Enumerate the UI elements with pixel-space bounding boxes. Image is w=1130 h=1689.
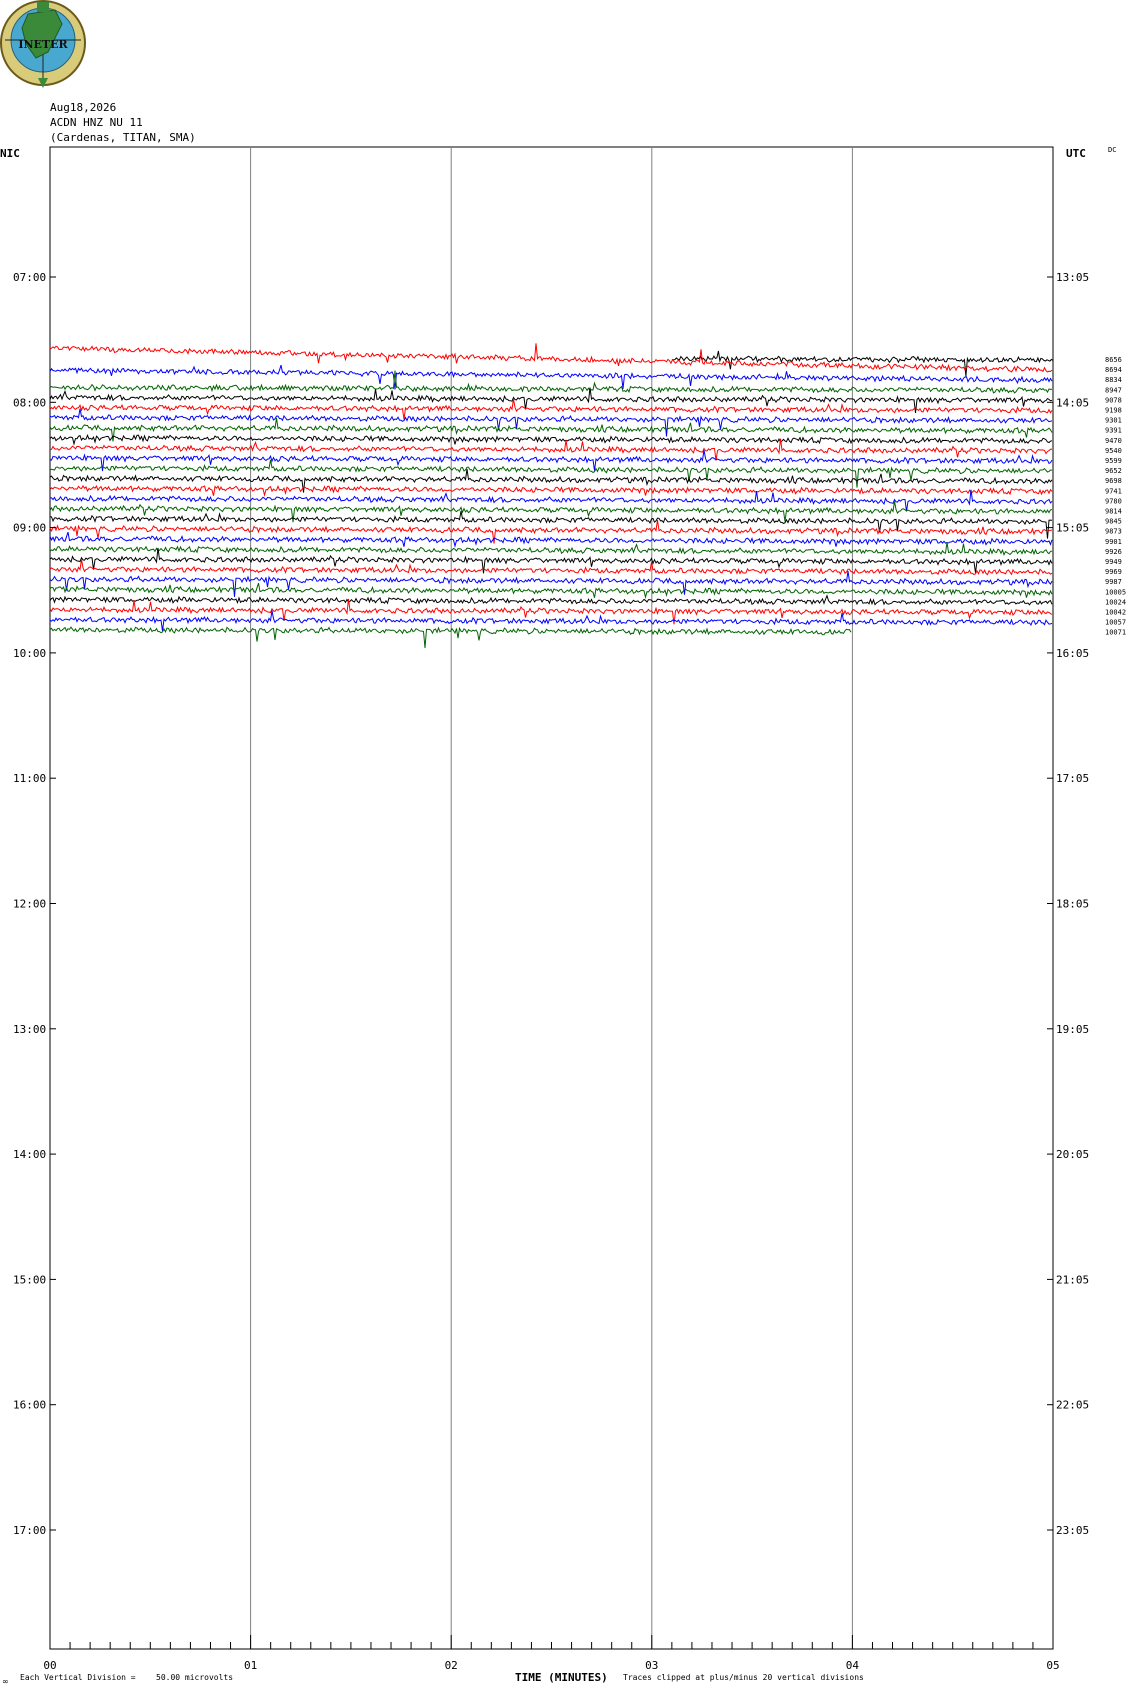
dc-offset-label: 9470 — [1105, 437, 1122, 445]
x-tick-label: 05 — [1046, 1659, 1059, 1672]
dc-offset-label: 8694 — [1105, 366, 1122, 374]
trace-line — [49, 582, 1053, 600]
trace-line — [49, 626, 852, 648]
right-time-label: 20:05 — [1056, 1148, 1089, 1161]
left-time-label: 09:00 — [13, 522, 46, 535]
trace-line — [49, 459, 1053, 488]
left-time-label: 12:00 — [13, 898, 46, 911]
trace-line — [49, 343, 1053, 373]
right-time-label: 13:05 — [1056, 271, 1089, 284]
dc-offset-label: 9901 — [1105, 538, 1122, 546]
trace-line — [49, 370, 1053, 394]
date-label: Aug18,2026 — [50, 101, 116, 114]
dc-offset-label: 8834 — [1105, 376, 1122, 384]
dc-label: DC — [1108, 146, 1116, 154]
trace-line — [49, 387, 1053, 414]
left-time-label: 14:00 — [13, 1148, 46, 1161]
dc-offset-label: 9814 — [1105, 508, 1122, 516]
dc-offset-label: 9780 — [1105, 497, 1122, 505]
dc-offset-label: 9949 — [1105, 558, 1122, 566]
trace-line — [49, 450, 1053, 472]
location-label: (Cardenas, TITAN, SMA) — [50, 131, 196, 144]
scale-note-value: 50.00 microvolts — [156, 1673, 233, 1682]
dc-offset-label: 10042 — [1105, 609, 1126, 617]
left-time-label: 13:00 — [13, 1023, 46, 1036]
left-time-label: 11:00 — [13, 772, 46, 785]
right-time-label: 14:05 — [1056, 396, 1089, 409]
x-tick-label: 00 — [43, 1659, 56, 1672]
x-tick-label: 02 — [445, 1659, 458, 1672]
right-time-label: 18:05 — [1056, 898, 1089, 911]
left-timezone-label: NIC — [0, 147, 20, 160]
dc-offset-label: 9969 — [1105, 568, 1122, 576]
left-time-label: 07:00 — [13, 271, 46, 284]
dc-offset-label: 10071 — [1105, 629, 1126, 637]
channel-label: ACDN HNZ NU 11 — [50, 116, 143, 129]
left-time-label: 17:00 — [13, 1524, 46, 1537]
ineter-logo: INETER — [0, 0, 86, 88]
trace-line — [49, 594, 1053, 606]
dc-offset-label: 9198 — [1105, 407, 1122, 415]
trace-line — [49, 559, 1053, 576]
trace-line — [49, 531, 1053, 548]
minute-gridlines — [250, 147, 853, 1649]
left-time-label: 16:00 — [13, 1399, 46, 1412]
x-axis-label: TIME (MINUTES) — [515, 1671, 608, 1684]
dc-offset-label: 9698 — [1105, 477, 1122, 485]
trace-line — [49, 489, 1053, 512]
dc-offset-label: 9391 — [1105, 427, 1122, 435]
trace-group: 8656 8694 8834 8947 9078 9198 9301 9391 9470 9540… — [49, 343, 1126, 648]
right-time-label: 22:05 — [1056, 1399, 1089, 1412]
trace-line — [49, 510, 1053, 539]
dc-offset-label: 9301 — [1105, 417, 1122, 425]
dc-offset-label: 10024 — [1105, 598, 1126, 606]
trace-line — [49, 484, 1053, 497]
trace-line — [49, 364, 1053, 390]
dc-offset-label: 9845 — [1105, 518, 1122, 526]
dc-offset-label: 9599 — [1105, 457, 1122, 465]
dc-offset-label: 8656 — [1105, 356, 1122, 364]
right-timezone-label: UTC — [1066, 147, 1086, 160]
dc-offset-label: 9652 — [1105, 467, 1122, 475]
trace-line — [49, 408, 1053, 437]
dc-offset-label: 10057 — [1105, 619, 1126, 627]
x-tick-label: 04 — [846, 1659, 860, 1672]
trace-line — [49, 542, 1053, 557]
corner-mark: ∞ — [2, 1677, 9, 1686]
right-time-label: 17:05 — [1056, 772, 1089, 785]
dc-offset-label: 8947 — [1105, 386, 1122, 394]
left-time-label: 15:00 — [13, 1273, 46, 1286]
dc-offset-label: 9873 — [1105, 528, 1122, 536]
dc-offset-label: 9741 — [1105, 487, 1122, 495]
scale-note-prefix: Each Vertical Division = — [20, 1673, 136, 1682]
dc-offset-label: 9987 — [1105, 578, 1122, 586]
right-time-label: 16:05 — [1056, 647, 1089, 660]
dc-offset-label: 9926 — [1105, 548, 1122, 556]
x-tick-label: 03 — [645, 1659, 658, 1672]
seismogram-plot: INETER 8656 8694 8834 8947 9078 9198 9301 9391 9… — [0, 0, 1126, 1686]
right-time-label: 21:05 — [1056, 1273, 1089, 1286]
plot-frame — [49, 146, 1054, 1650]
right-time-label: 19:05 — [1056, 1023, 1089, 1036]
left-time-label: 08:00 — [13, 396, 46, 409]
logo-text: INETER — [18, 38, 68, 51]
right-time-label: 15:05 — [1056, 522, 1089, 535]
dc-offset-label: 9078 — [1105, 396, 1122, 404]
x-tick-label: 01 — [244, 1659, 257, 1672]
clip-note: Traces clipped at plus/minus 20 vertical… — [623, 1673, 864, 1682]
left-time-label: 10:00 — [13, 647, 46, 660]
dc-offset-label: 9540 — [1105, 447, 1122, 455]
dc-offset-label: 10005 — [1105, 588, 1126, 596]
trace-line — [49, 433, 1053, 446]
right-time-label: 23:05 — [1056, 1524, 1089, 1537]
